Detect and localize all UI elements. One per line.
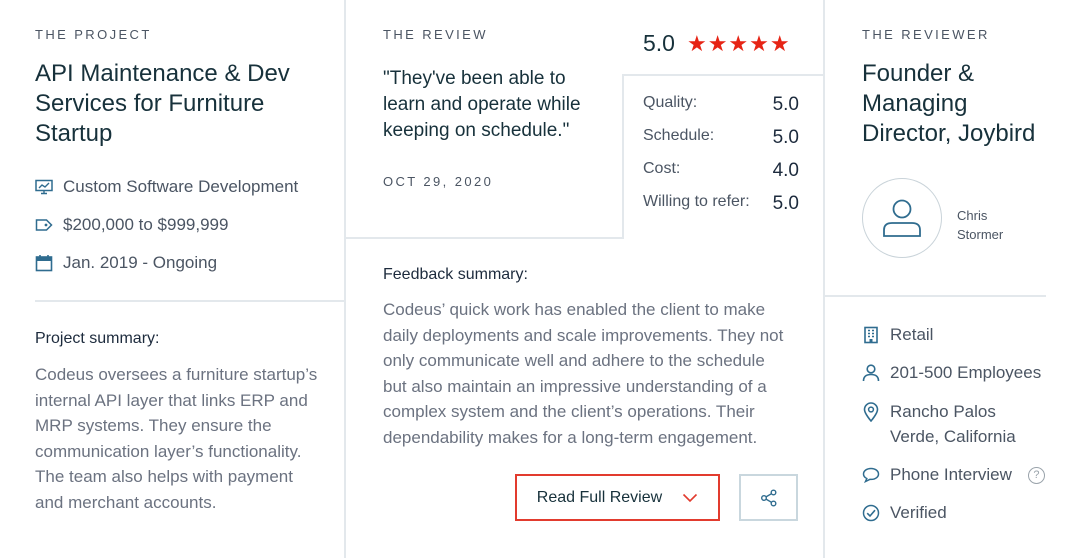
project-summary-heading: Project summary: — [35, 330, 160, 347]
reviewer-industry: Retail — [890, 325, 934, 344]
score-label: Willing to refer: — [643, 193, 750, 210]
user-avatar-icon — [883, 199, 921, 237]
price-tag-icon — [35, 219, 53, 231]
score-value: 5.0 — [772, 193, 799, 214]
location-pin-icon — [863, 402, 879, 422]
read-full-review-label: Read Full Review — [536, 488, 663, 506]
score-value: 5.0 — [772, 94, 799, 115]
review-quote: "They've been able to learn and operate … — [383, 68, 581, 141]
project-dates-row: Jan. 2019 - Ongoing — [35, 253, 217, 273]
reviewer-industry-row: Retail — [862, 325, 933, 345]
reviewer-eyebrow: THE REVIEWER — [862, 27, 990, 42]
presentation-icon — [35, 179, 53, 195]
feedback-heading: Feedback summary: — [383, 266, 528, 283]
reviewer-verified-row: Verified — [862, 503, 947, 523]
score-value: 4.0 — [772, 160, 799, 181]
help-icon[interactable]: ? — [1027, 466, 1045, 484]
rating-divider — [624, 74, 823, 76]
feedback-summary: Codeus’ quick work has enabled the clien… — [383, 300, 784, 447]
reviewer-name: Chris Stormer — [957, 208, 1004, 242]
overall-rating: 5.0 ★★★★★ — [643, 30, 791, 57]
review-eyebrow: THE REVIEW — [383, 27, 488, 42]
review-divider — [346, 237, 622, 239]
share-icon — [760, 489, 776, 506]
project-service: Custom Software Development — [63, 177, 299, 196]
score-value: 5.0 — [772, 127, 799, 148]
reviewer-location: Rancho Palos Verde, California — [890, 402, 1016, 446]
reviewer-interview-row: Phone Interview ? — [862, 465, 1045, 485]
score-label: Schedule: — [643, 127, 715, 144]
project-service-row: Custom Software Development — [35, 177, 298, 197]
score-list: Quality: 5.0 Schedule: 5.0 Cost: 4.0 Wil… — [643, 94, 799, 215]
project-budget-row: $200,000 to $999,999 — [35, 215, 228, 235]
reviewer-employees-row: 201-500 Employees — [862, 363, 1041, 383]
reviewer-location-row: Rancho Palos Verde, California — [862, 401, 1030, 449]
review-date: OCT 29, 2020 — [383, 174, 494, 189]
rating-side-divider — [622, 74, 624, 239]
chat-bubble-icon — [862, 467, 880, 483]
score-row-schedule: Schedule: 5.0 — [643, 127, 799, 149]
chevron-down-icon — [683, 493, 698, 502]
reviewer-title: Founder & Managing Director, Joybird — [862, 60, 1036, 147]
score-row-quality: Quality: 5.0 — [643, 94, 799, 116]
column-divider-right — [823, 0, 825, 558]
reviewer-employees: 201-500 Employees — [890, 363, 1042, 382]
share-button[interactable] — [739, 474, 798, 521]
project-title: API Maintenance & Dev Services for Furni… — [35, 60, 290, 147]
project-budget: $200,000 to $999,999 — [63, 215, 229, 234]
score-label: Cost: — [643, 160, 681, 177]
avatar — [862, 178, 942, 258]
reviewer-verified: Verified — [890, 503, 947, 522]
project-dates: Jan. 2019 - Ongoing — [63, 253, 218, 272]
score-row-willing-to-refer: Willing to refer: 5.0 — [643, 193, 799, 215]
overall-rating-value: 5.0 — [643, 30, 675, 56]
project-eyebrow: THE PROJECT — [35, 27, 152, 42]
read-full-review-button[interactable]: Read Full Review — [515, 474, 720, 521]
score-label: Quality: — [643, 94, 698, 111]
column-divider-left — [344, 0, 346, 558]
project-summary: Codeus oversees a furniture startup’s in… — [35, 365, 318, 512]
rating-stars: ★★★★★ — [686, 30, 791, 56]
reviewer-interview-type: Phone Interview — [890, 465, 1012, 484]
calendar-icon — [35, 255, 53, 272]
score-row-cost: Cost: 4.0 — [643, 160, 799, 182]
project-divider — [35, 300, 344, 302]
reviewer-divider — [825, 295, 1046, 297]
building-icon — [864, 326, 878, 344]
check-circle-icon — [862, 504, 880, 522]
person-icon — [862, 364, 880, 382]
